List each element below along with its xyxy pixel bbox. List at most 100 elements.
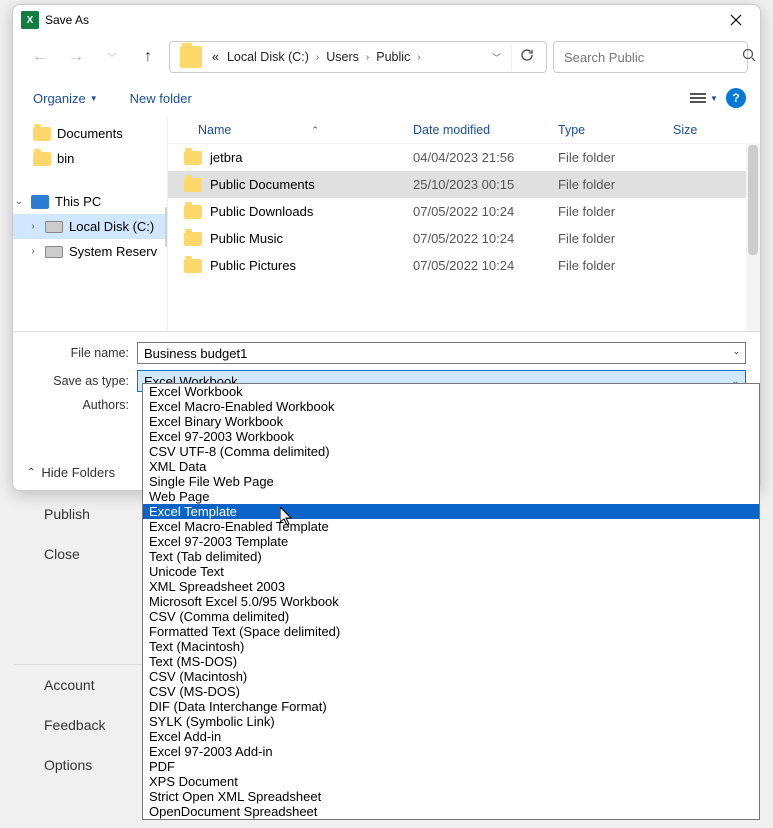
column-headers: Name ⌃ Date modified Type Size xyxy=(168,117,760,144)
forward-button[interactable]: → xyxy=(61,42,91,72)
expander-icon[interactable]: › xyxy=(27,246,39,257)
type-option[interactable]: CSV (Macintosh) xyxy=(143,669,759,684)
type-option[interactable]: Formatted Text (Space delimited) xyxy=(143,624,759,639)
file-type: File folder xyxy=(558,258,673,273)
file-row[interactable]: Public Documents25/10/2023 00:15File fol… xyxy=(168,171,760,198)
search-input[interactable] xyxy=(562,49,742,66)
file-type: File folder xyxy=(558,177,673,192)
type-option[interactable]: Excel Workbook xyxy=(143,384,759,399)
folder-icon xyxy=(184,151,202,165)
type-option[interactable]: XPS Document xyxy=(143,774,759,789)
type-option[interactable]: Text (MS-DOS) xyxy=(143,654,759,669)
type-option[interactable]: DIF (Data Interchange Format) xyxy=(143,699,759,714)
type-option[interactable]: Excel Macro-Enabled Workbook xyxy=(143,399,759,414)
chevron-right-icon[interactable]: › xyxy=(414,52,423,63)
type-option[interactable]: Text (Tab delimited) xyxy=(143,549,759,564)
list-view-icon xyxy=(690,91,706,105)
chevron-up-icon: ⌃ xyxy=(27,467,35,478)
breadcrumb-0[interactable]: Local Disk (C:) xyxy=(223,48,313,66)
file-name: Public Downloads xyxy=(210,204,313,219)
tree-item-system-reserved[interactable]: › System Reserv xyxy=(13,239,167,264)
type-option[interactable]: Excel Add-in xyxy=(143,729,759,744)
type-option[interactable]: XML Spreadsheet 2003 xyxy=(143,579,759,594)
type-option[interactable]: Text (Macintosh) xyxy=(143,639,759,654)
type-option[interactable]: CSV (Comma delimited) xyxy=(143,609,759,624)
file-date: 07/05/2022 10:24 xyxy=(413,231,558,246)
file-name: Public Music xyxy=(210,231,283,246)
refresh-button[interactable] xyxy=(511,44,542,71)
type-option[interactable]: CSV UTF-8 (Comma delimited) xyxy=(143,444,759,459)
drive-icon xyxy=(45,246,63,258)
chevron-right-icon[interactable]: › xyxy=(363,52,372,63)
scrollbar-thumb[interactable] xyxy=(748,145,758,255)
tree-item-bin[interactable]: bin xyxy=(13,146,167,171)
type-option[interactable]: Single File Web Page xyxy=(143,474,759,489)
close-icon xyxy=(730,14,742,26)
type-option[interactable]: OpenDocument Spreadsheet xyxy=(143,804,759,819)
type-option[interactable]: Microsoft Excel 5.0/95 Workbook xyxy=(143,594,759,609)
type-option[interactable]: Unicode Text xyxy=(143,564,759,579)
back-button[interactable]: ← xyxy=(25,42,55,72)
file-row[interactable]: Public Pictures07/05/2022 10:24File fold… xyxy=(168,252,760,279)
chevron-right-icon[interactable]: › xyxy=(313,52,322,63)
tree-item-local-disk[interactable]: › Local Disk (C:) xyxy=(13,214,167,239)
nav-tree: Documents bin ⌄ This PC › Local Disk (C:… xyxy=(13,117,168,331)
col-header-date[interactable]: Date modified xyxy=(413,123,558,137)
expander-icon[interactable]: › xyxy=(27,221,39,232)
up-button[interactable]: ↑ xyxy=(133,42,163,72)
address-bar[interactable]: « Local Disk (C:) › Users › Public › ﹀ xyxy=(169,41,547,73)
file-pane-scrollbar[interactable] xyxy=(746,143,760,331)
tree-item-this-pc[interactable]: ⌄ This PC xyxy=(13,189,167,214)
folder-icon xyxy=(180,46,202,68)
col-header-name[interactable]: Name ⌃ xyxy=(168,123,413,137)
type-option[interactable]: Excel Binary Workbook xyxy=(143,414,759,429)
col-header-type[interactable]: Type xyxy=(558,123,673,137)
file-list-pane: Name ⌃ Date modified Type Size jetbra04/… xyxy=(168,117,760,331)
search-icon xyxy=(742,48,756,67)
file-name: Public Documents xyxy=(210,177,315,192)
breadcrumb-1[interactable]: Users xyxy=(322,48,363,66)
file-name-input[interactable] xyxy=(137,342,746,364)
hide-folders-button[interactable]: ⌃ Hide Folders xyxy=(27,465,115,480)
chevron-down-icon[interactable]: ⌄ xyxy=(732,346,740,357)
recent-dropdown[interactable]: ﹀ xyxy=(97,42,127,72)
close-button[interactable] xyxy=(716,6,756,34)
new-folder-button[interactable]: New folder xyxy=(124,87,198,110)
type-option[interactable]: XML Data xyxy=(143,459,759,474)
folder-icon xyxy=(184,205,202,219)
nav-row: ← → ﹀ ↑ « Local Disk (C:) › Users › Publ… xyxy=(13,35,760,79)
type-option[interactable]: SYLK (Symbolic Link) xyxy=(143,714,759,729)
file-name: Public Pictures xyxy=(210,258,296,273)
refresh-icon xyxy=(520,48,534,62)
col-header-size[interactable]: Size xyxy=(673,123,760,137)
type-option[interactable]: CSV (MS-DOS) xyxy=(143,684,759,699)
save-as-type-dropdown-list[interactable]: Excel WorkbookExcel Macro-Enabled Workbo… xyxy=(142,383,760,820)
folder-icon xyxy=(184,259,202,273)
chevron-down-icon: ▼ xyxy=(90,94,98,103)
type-option[interactable]: Strict Open XML Spreadsheet xyxy=(143,789,759,804)
authors-label: Authors: xyxy=(27,398,137,412)
file-type: File folder xyxy=(558,231,673,246)
type-option[interactable]: Excel Macro-Enabled Template xyxy=(143,519,759,534)
tree-item-documents[interactable]: Documents xyxy=(13,121,167,146)
organize-button[interactable]: Organize▼ xyxy=(27,87,104,110)
file-row[interactable]: Public Downloads07/05/2022 10:24File fol… xyxy=(168,198,760,225)
drive-icon xyxy=(45,221,63,233)
file-row[interactable]: jetbra04/04/2023 21:56File folder xyxy=(168,144,760,171)
type-option[interactable]: PDF xyxy=(143,759,759,774)
type-option[interactable]: Excel 97-2003 Workbook xyxy=(143,429,759,444)
window-title: Save As xyxy=(45,13,716,27)
type-option[interactable]: Web Page xyxy=(143,489,759,504)
save-as-type-label: Save as type: xyxy=(27,374,137,388)
search-box[interactable] xyxy=(553,41,748,73)
type-option[interactable]: Excel 97-2003 Template xyxy=(143,534,759,549)
view-menu-button[interactable]: ▼ xyxy=(690,85,718,111)
address-history-dropdown[interactable]: ﹀ xyxy=(486,51,507,64)
breadcrumb-2[interactable]: Public xyxy=(372,48,414,66)
help-button[interactable]: ? xyxy=(726,88,746,108)
toolbar: Organize▼ New folder ▼ ? xyxy=(13,79,760,117)
expander-icon[interactable]: ⌄ xyxy=(13,196,25,207)
type-option[interactable]: Excel 97-2003 Add-in xyxy=(143,744,759,759)
file-row[interactable]: Public Music 07/05/2022 10:24File folder xyxy=(168,225,760,252)
type-option[interactable]: Excel Template xyxy=(143,504,759,519)
